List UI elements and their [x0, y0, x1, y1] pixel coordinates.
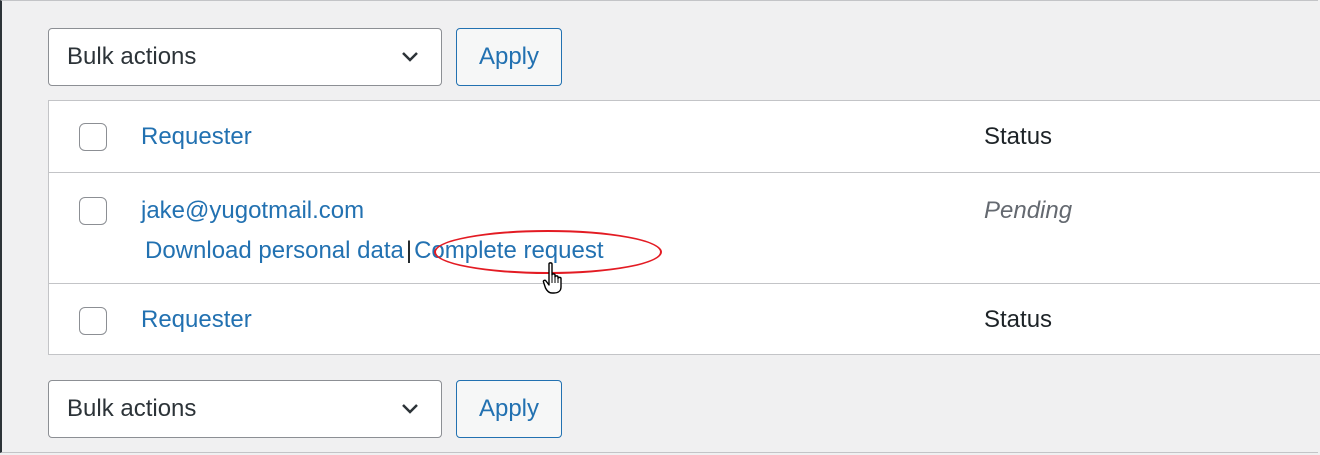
tablenav-bottom: Bulk actions Apply: [48, 380, 562, 438]
tablenav-top: Bulk actions Apply: [48, 28, 562, 86]
table-header: Requester Status: [49, 101, 1320, 173]
row-action-separator: |: [405, 237, 413, 264]
requester-email-link[interactable]: jake@yugotmail.com: [141, 197, 364, 225]
download-personal-data-link[interactable]: Download personal data: [145, 237, 404, 264]
bulk-actions-select-top[interactable]: Bulk actions: [48, 28, 442, 86]
bulk-actions-label: Bulk actions: [67, 43, 197, 70]
requester-column-header[interactable]: Requester: [141, 123, 252, 151]
select-all-checkbox-footer[interactable]: [79, 307, 107, 335]
bulk-actions-label: Bulk actions: [67, 395, 197, 422]
status-value: Pending: [984, 197, 1073, 224]
table-footer: Requester Status: [49, 284, 1320, 355]
apply-button-top[interactable]: Apply: [456, 28, 562, 86]
chevron-down-icon: [399, 398, 421, 420]
status-column-header: Status: [984, 123, 1053, 150]
table-row: jake@yugotmail.com Pending Download pers…: [49, 173, 1320, 294]
status-column-footer: Status: [984, 306, 1053, 333]
bulk-actions-select-bottom[interactable]: Bulk actions: [48, 380, 442, 438]
requests-table: Requester Status jake@yugotmail.com Pend…: [48, 100, 1320, 355]
apply-button-bottom[interactable]: Apply: [456, 380, 562, 438]
chevron-down-icon: [399, 46, 421, 68]
row-checkbox[interactable]: [79, 197, 107, 225]
requester-column-footer[interactable]: Requester: [141, 306, 252, 334]
select-all-checkbox[interactable]: [79, 123, 107, 151]
